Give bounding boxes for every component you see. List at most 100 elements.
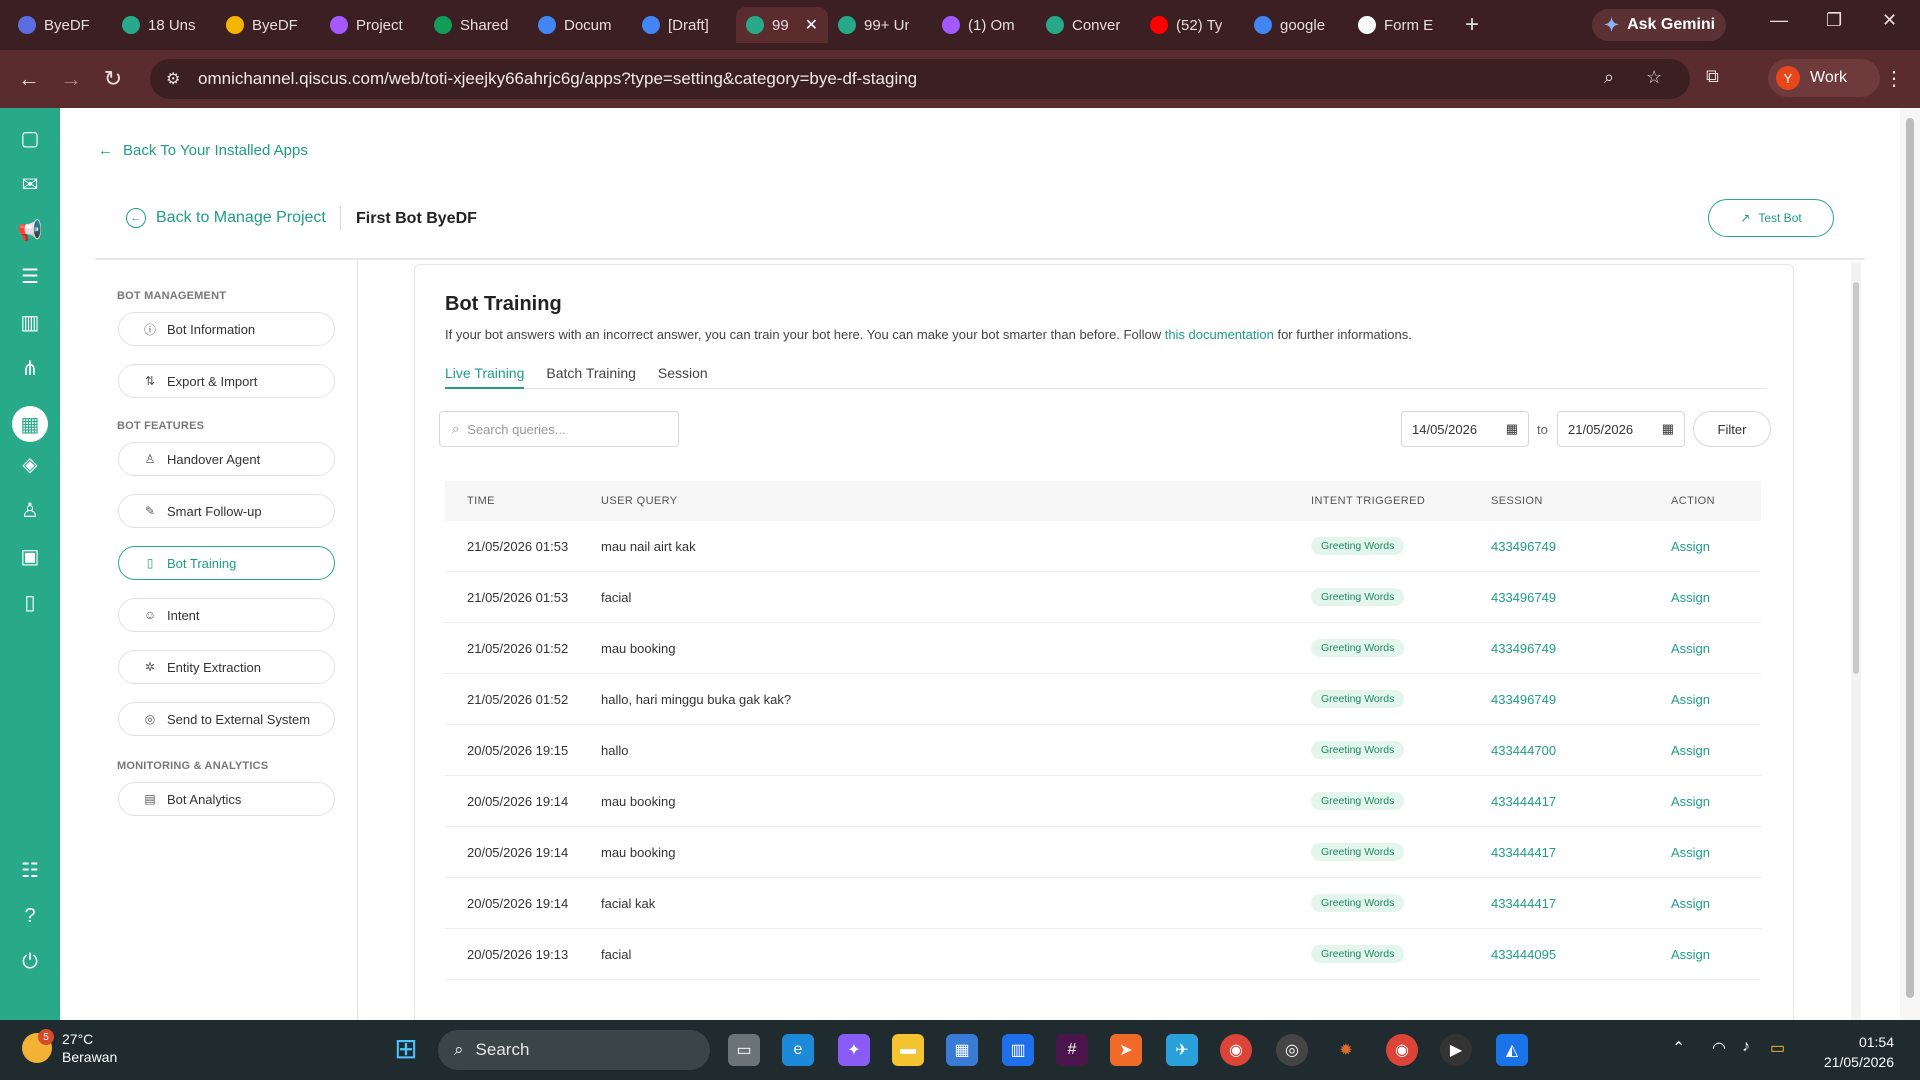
sidebar-item-send-external[interactable]: ◎ Send to External System — [118, 702, 335, 736]
row-session-link[interactable]: 433444417 — [1491, 794, 1556, 809]
store-icon[interactable]: ▦ — [946, 1034, 978, 1066]
sidebar-item-bot-analytics[interactable]: ▤ Bot Analytics — [118, 782, 335, 816]
date-from-field[interactable]: 14/05/2026 ▦ — [1401, 411, 1529, 447]
browser-tab[interactable]: 99+ Ur — [828, 7, 932, 43]
back-arrow-icon[interactable]: ← — [8, 66, 50, 92]
bookmark-star-icon[interactable]: ☆ — [1646, 67, 1662, 88]
obs-icon[interactable]: ◎ — [1276, 1034, 1308, 1066]
broadcast-icon[interactable]: 📢 — [14, 214, 46, 246]
ask-gemini-button[interactable]: ✦ Ask Gemini — [1592, 9, 1726, 41]
profile-button[interactable]: Y Work — [1768, 59, 1880, 97]
browser-tab[interactable]: 99 ✕ — [736, 7, 828, 43]
browser-tab[interactable]: Conver — [1036, 7, 1140, 43]
windows-start-icon[interactable]: ⊞ — [390, 1032, 422, 1064]
battery-icon[interactable]: ▭ — [1770, 1038, 1785, 1058]
row-session-link[interactable]: 433444417 — [1491, 845, 1556, 860]
close-window-icon[interactable]: ✕ — [1882, 10, 1897, 31]
help-icon[interactable]: ? — [14, 900, 46, 932]
row-assign-link[interactable]: Assign — [1671, 590, 1710, 605]
page-scrollbar[interactable] — [1900, 108, 1920, 1020]
row-assign-link[interactable]: Assign — [1671, 641, 1710, 656]
row-session-link[interactable]: 433496749 — [1491, 641, 1556, 656]
row-assign-link[interactable]: Assign — [1671, 845, 1710, 860]
trello-icon[interactable]: ▥ — [1002, 1034, 1034, 1066]
wifi-icon[interactable]: ◠ — [1712, 1038, 1726, 1058]
back-to-manage-project-link[interactable]: ← Back to Manage Project — [126, 208, 326, 228]
scroll-thumb[interactable] — [1906, 118, 1914, 998]
browser-tab[interactable]: [Draft] — [632, 7, 736, 43]
user-icon[interactable]: ♙ — [14, 494, 46, 526]
tab-batch-training[interactable]: Batch Training — [546, 357, 636, 388]
row-session-link[interactable]: 433496749 — [1491, 590, 1556, 605]
sidebar-item-handover-agent[interactable]: ♙ Handover Agent — [118, 442, 335, 476]
settings-sliders-icon[interactable]: ☷ — [14, 854, 46, 886]
minimize-icon[interactable]: — — [1770, 10, 1788, 31]
phone-icon[interactable]: ▯ — [14, 586, 46, 618]
photos-icon[interactable]: ◭ — [1496, 1034, 1528, 1066]
row-assign-link[interactable]: Assign — [1671, 692, 1710, 707]
scroll-thumb[interactable] — [1853, 282, 1859, 674]
browser-tab[interactable]: ByeDF — [216, 7, 320, 43]
browser-tab[interactable]: Docum — [528, 7, 632, 43]
browser-tab[interactable]: Form E — [1348, 7, 1452, 43]
row-assign-link[interactable]: Assign — [1671, 794, 1710, 809]
test-bot-button[interactable]: ↗ Test Bot — [1708, 199, 1834, 237]
calendar-icon[interactable]: ▦ — [1662, 421, 1674, 437]
back-to-installed-apps-link[interactable]: ← Back To Your Installed Apps — [98, 142, 308, 159]
edge-icon[interactable]: e — [782, 1034, 814, 1066]
site-settings-icon[interactable]: ⚙ — [166, 69, 180, 89]
weather-widget[interactable]: 5 27°C Berawan — [22, 1029, 117, 1066]
filter-button[interactable]: Filter — [1693, 411, 1771, 447]
forward-arrow-icon[interactable]: → — [50, 66, 92, 92]
chat-icon[interactable]: ▢ — [14, 122, 46, 154]
ticket-icon[interactable]: ▣ — [14, 540, 46, 572]
slack-icon[interactable]: # — [1056, 1034, 1088, 1066]
row-session-link[interactable]: 433496749 — [1491, 692, 1556, 707]
sidebar-item-export-import[interactable]: ⇅ Export & Import — [118, 364, 335, 398]
browser-tab[interactable]: Shared — [424, 7, 528, 43]
volume-icon[interactable]: ♪ — [1742, 1038, 1750, 1056]
claude-icon[interactable]: ✹ — [1330, 1034, 1362, 1066]
row-session-link[interactable]: 433444095 — [1491, 947, 1556, 962]
browser-tab[interactable]: Project — [320, 7, 424, 43]
browser-tab[interactable]: google — [1244, 7, 1348, 43]
content-scrollbar[interactable] — [1851, 262, 1861, 1028]
close-tab-icon[interactable]: ✕ — [805, 15, 818, 35]
row-session-link[interactable]: 433444417 — [1491, 896, 1556, 911]
restore-icon[interactable]: ❐ — [1826, 10, 1842, 31]
sidebar-item-bot-training[interactable]: ▯ Bot Training — [118, 546, 335, 580]
search-input[interactable] — [467, 421, 658, 437]
chrome-profile-icon[interactable]: ◉ — [1386, 1034, 1418, 1066]
sidebar-item-entity-extraction[interactable]: ✲ Entity Extraction — [118, 650, 335, 684]
new-tab-icon[interactable]: + — [1452, 11, 1492, 39]
task-view-icon[interactable]: ▭ — [728, 1034, 760, 1066]
show-hidden-icons-icon[interactable]: ⌃ — [1672, 1038, 1685, 1058]
telegram-icon[interactable]: ✈ — [1166, 1034, 1198, 1066]
analytics-icon[interactable]: ▥ — [14, 306, 46, 338]
calendar-icon[interactable]: ▦ — [1506, 421, 1518, 437]
media-player-icon[interactable]: ▶ — [1440, 1034, 1472, 1066]
row-assign-link[interactable]: Assign — [1671, 743, 1710, 758]
power-icon[interactable]: ⏻ — [14, 946, 46, 978]
browser-tab[interactable]: 18 Uns — [112, 7, 216, 43]
browser-tab[interactable]: (52) Ty — [1140, 7, 1244, 43]
row-assign-link[interactable]: Assign — [1671, 539, 1710, 554]
list-icon[interactable]: ☰ — [14, 260, 46, 292]
chrome-icon[interactable]: ◉ — [1220, 1034, 1252, 1066]
postman-icon[interactable]: ➤ — [1110, 1034, 1142, 1066]
date-to-field[interactable]: 21/05/2026 ▦ — [1557, 411, 1685, 447]
sidebar-item-intent[interactable]: ☺ Intent — [118, 598, 335, 632]
sidebar-item-smart-followup[interactable]: ✎ Smart Follow-up — [118, 494, 335, 528]
system-clock[interactable]: 01:54 21/05/2026 — [1790, 1032, 1894, 1072]
mail-icon[interactable]: ✉ — [14, 168, 46, 200]
copilot-icon[interactable]: ✦ — [838, 1034, 870, 1066]
apps-icon[interactable]: ▦ — [12, 406, 48, 442]
row-assign-link[interactable]: Assign — [1671, 896, 1710, 911]
taskbar-search[interactable]: ⌕ Search — [438, 1030, 710, 1070]
browser-menu-icon[interactable]: ⋮ — [1884, 66, 1904, 91]
layers-icon[interactable]: ◈ — [14, 448, 46, 480]
browser-tab[interactable]: ByeDF — [8, 7, 112, 43]
tab-session[interactable]: Session — [658, 357, 708, 388]
file-explorer-icon[interactable]: ▬ — [892, 1034, 924, 1066]
row-assign-link[interactable]: Assign — [1671, 947, 1710, 962]
